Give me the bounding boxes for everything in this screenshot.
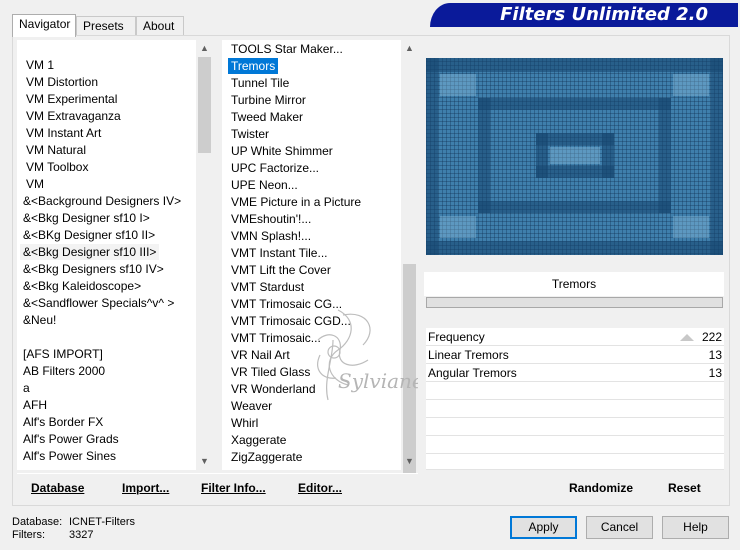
category-item[interactable]: VM Natural [23, 142, 89, 158]
scroll-up-icon[interactable]: ▲ [401, 40, 418, 57]
filter-item[interactable]: VMT Stardust [228, 279, 307, 295]
scroll-up-icon[interactable]: ▲ [196, 40, 213, 57]
category-list[interactable]: VM 1 VM Distortion VM Experimental VM Extra… [17, 40, 197, 470]
apply-button[interactable]: Apply [510, 516, 577, 539]
filter-item[interactable]: VMT Instant Tile... [228, 245, 330, 261]
param-empty [426, 454, 724, 470]
filter-item[interactable]: VR Nail Art [228, 347, 293, 363]
category-item[interactable]: Alf's Border FX [20, 414, 106, 430]
category-item[interactable]: &<Bkg Kaleidoscope> [20, 278, 144, 294]
tab-presets[interactable]: Presets [76, 16, 136, 35]
param-label: Linear Tremors [428, 348, 509, 362]
category-scrollbar[interactable]: ▲ ▼ [196, 40, 213, 470]
category-item[interactable]: VM 1 [23, 57, 57, 73]
category-item[interactable]: &<Bkg Designer sf10 I> [20, 210, 153, 226]
param-empty [426, 436, 724, 454]
param-label: Frequency [428, 330, 485, 344]
category-item[interactable]: a [20, 380, 33, 396]
import-button[interactable]: Import... [122, 481, 169, 495]
filter-item[interactable]: VME Picture in a Picture [228, 194, 364, 210]
randomize-button[interactable]: Randomize [569, 481, 633, 495]
filter-item[interactable]: UP White Shimmer [228, 143, 336, 159]
filter-item[interactable]: Tunnel Tile [228, 75, 292, 91]
category-item[interactable]: AB Filters 2000 [20, 363, 108, 379]
editor-button[interactable]: Editor... [298, 481, 342, 495]
scroll-down-icon[interactable]: ▼ [401, 453, 418, 470]
filter-item[interactable]: VMT Lift the Cover [228, 262, 334, 278]
filter-item[interactable]: VMN Splash!... [228, 228, 314, 244]
tab-navigator-label: Navigator [19, 17, 71, 31]
filter-item[interactable]: Xaggerate [228, 432, 289, 448]
filter-item[interactable]: Tremors [228, 58, 279, 74]
param-value: 13 [708, 348, 722, 362]
slider-thumb-icon[interactable] [680, 334, 694, 341]
category-item[interactable]: &Neu! [20, 312, 59, 328]
filter-info-button[interactable]: Filter Info... [201, 481, 266, 495]
category-item[interactable]: &<Background Designers IV> [20, 193, 184, 209]
help-button[interactable]: Help [662, 516, 729, 539]
param-value: 13 [708, 366, 722, 380]
filter-item[interactable]: UPE Neon... [228, 177, 301, 193]
filter-item[interactable]: Twister [228, 126, 272, 142]
category-item[interactable]: Alf's Power Sines [20, 448, 119, 464]
param-value: 222 [701, 330, 722, 344]
database-status-value: ICNET-Filters [69, 516, 135, 528]
watermark-logo: Sylviane [317, 309, 418, 401]
category-item[interactable]: [AFS IMPORT] [20, 346, 106, 362]
filter-item[interactable]: Whirl [228, 415, 261, 431]
category-item[interactable]: Alf's Power Grads [20, 431, 122, 447]
tab-about-label: About [143, 19, 175, 33]
app-title-banner: Filters Unlimited 2.0 [430, 3, 738, 27]
param-empty [426, 400, 724, 418]
progress-bar [426, 297, 723, 308]
filter-item[interactable]: Tweed Maker [228, 109, 306, 125]
category-item[interactable]: &<Bkg Designer sf10 III> [20, 244, 160, 260]
database-status-label: Database: [12, 516, 63, 528]
category-item[interactable]: VM Extravaganza [23, 108, 124, 124]
category-item[interactable]: AFH [20, 397, 50, 413]
scroll-thumb[interactable] [198, 57, 211, 153]
param-empty [426, 418, 724, 436]
category-item[interactable]: VM [23, 176, 47, 192]
category-item[interactable]: VM Instant Art [23, 125, 104, 141]
category-item[interactable]: &<Sandflower Specials^v^ > [20, 295, 177, 311]
cancel-button[interactable]: Cancel [586, 516, 653, 539]
filter-name-label: Tremors [424, 272, 724, 296]
param-linear-tremors[interactable]: Linear Tremors 13 [426, 346, 724, 364]
param-frequency[interactable]: Frequency 222 [426, 328, 724, 346]
tab-presets-label: Presets [83, 19, 124, 33]
filter-preview-image [426, 58, 723, 255]
param-label: Angular Tremors [428, 366, 517, 380]
filter-item[interactable]: UPC Factorize... [228, 160, 322, 176]
filter-item[interactable]: ZigZaggerate [228, 449, 305, 465]
param-empty [426, 382, 724, 400]
scroll-down-icon[interactable]: ▼ [196, 453, 213, 470]
reset-button[interactable]: Reset [668, 481, 701, 495]
param-angular-tremors[interactable]: Angular Tremors 13 [426, 364, 724, 382]
category-item[interactable]: VM Distortion [23, 74, 101, 90]
category-item[interactable]: VM Toolbox [23, 159, 91, 175]
category-item[interactable]: &<Bkg Designers sf10 IV> [20, 261, 167, 277]
database-button[interactable]: Database [31, 481, 84, 495]
tab-about[interactable]: About [136, 16, 184, 35]
filter-item[interactable]: Turbine Mirror [228, 92, 309, 108]
category-item[interactable]: &<BKg Designer sf10 II> [20, 227, 158, 243]
category-item[interactable]: VM Experimental [23, 91, 120, 107]
filters-count-label: Filters: [12, 529, 45, 541]
filter-item[interactable]: Weaver [228, 398, 275, 414]
filter-item[interactable]: VMEshoutin'!... [228, 211, 314, 227]
watermark-text: Sylviane [338, 369, 418, 393]
filters-count-value: 3327 [69, 529, 94, 541]
filter-item[interactable]: TOOLS Star Maker... [228, 41, 346, 57]
tab-navigator[interactable]: Navigator [12, 14, 76, 37]
